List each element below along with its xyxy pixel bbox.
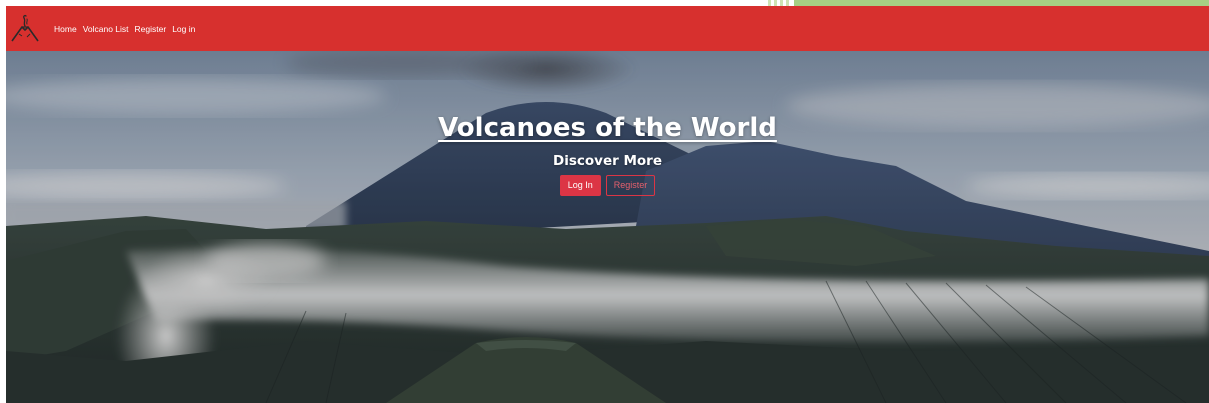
hero-subtitle: Discover More	[553, 153, 662, 169]
volcano-logo-icon[interactable]	[8, 12, 42, 46]
hero-buttons: Log In Register	[6, 175, 1209, 196]
login-button[interactable]: Log In	[559, 175, 601, 196]
page: Home Volcano List Register Log in Volcan…	[0, 0, 1209, 403]
top-navbar: Home Volcano List Register Log in	[6, 6, 1209, 51]
hero-content: Volcanoes of the World Discover More Log…	[6, 113, 1209, 196]
nav-link-volcano-list[interactable]: Volcano List	[83, 24, 129, 34]
nav-links: Home Volcano List Register Log in	[54, 24, 195, 34]
register-button[interactable]: Register	[605, 175, 656, 196]
nav-link-log-in[interactable]: Log in	[172, 24, 195, 34]
nav-link-register[interactable]: Register	[135, 24, 167, 34]
hero-title: Volcanoes of the World	[438, 113, 777, 143]
volcano-logo-icon-svg	[11, 14, 39, 41]
hero-section: Volcanoes of the World Discover More Log…	[6, 51, 1209, 403]
nav-link-home[interactable]: Home	[54, 24, 77, 34]
hero-background-image	[6, 51, 1209, 403]
